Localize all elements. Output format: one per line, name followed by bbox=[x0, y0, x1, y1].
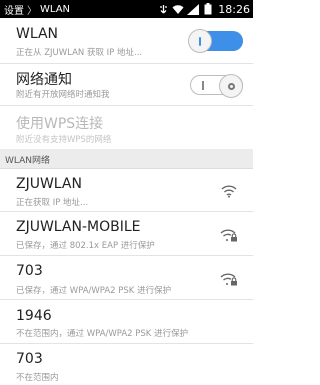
network-ssid: ZJUWLAN bbox=[16, 176, 82, 192]
network-ssid: 703 bbox=[16, 263, 43, 279]
network-ssid: 1946 bbox=[16, 308, 52, 324]
wifi-lock-icon bbox=[220, 227, 238, 242]
network-status: 已保存，通过 802.1x EAP 进行保护 bbox=[16, 241, 155, 251]
network-status: 已保存，通过 WPA/WPA2 PSK 进行保护 bbox=[16, 286, 172, 296]
network-notify-title: 网络通知 bbox=[16, 72, 72, 88]
wlan-setting-row[interactable]: WLAN 正在从 ZJUWLAN 获取 IP 地址... bbox=[0, 18, 253, 64]
wps-subtitle: 附近没有支持WPS的网络 bbox=[16, 135, 112, 145]
status-icons: 18:26 bbox=[157, 3, 253, 16]
network-item[interactable]: 703 已保存，通过 WPA/WPA2 PSK 进行保护 bbox=[0, 256, 253, 300]
battery-icon bbox=[202, 3, 214, 15]
wps-connect-row[interactable]: 使用WPS连接 附近没有支持WPS的网络 bbox=[0, 106, 253, 149]
wlan-toggle[interactable] bbox=[188, 29, 243, 53]
section-header-label: WLAN网络 bbox=[5, 156, 51, 166]
signal-icon bbox=[187, 3, 200, 15]
network-item[interactable]: ZJUWLAN-MOBILE 已保存，通过 802.1x EAP 进行保护 bbox=[0, 212, 253, 256]
breadcrumb[interactable]: 设置 〉 WLAN bbox=[0, 2, 70, 17]
network-item[interactable]: 1946 不在范围内，通过 WPA/WPA2 PSK 进行保护 bbox=[0, 300, 253, 344]
breadcrumb-separator: 〉 bbox=[27, 5, 37, 17]
network-notify-row[interactable]: 网络通知 附近有开放网络时通知我 bbox=[0, 64, 253, 106]
network-item[interactable]: ZJUWLAN 正在获取 IP 地址... bbox=[0, 169, 253, 212]
breadcrumb-current: WLAN bbox=[40, 3, 71, 15]
status-bar: 设置 〉 WLAN 18:26 bbox=[0, 0, 253, 18]
network-status: 不在范围内，通过 WPA/WPA2 PSK 进行保护 bbox=[16, 329, 189, 339]
network-status: 正在获取 IP 地址... bbox=[16, 198, 89, 208]
clock: 18:26 bbox=[218, 2, 250, 16]
wlan-subtitle: 正在从 ZJUWLAN 获取 IP 地址... bbox=[16, 48, 143, 58]
wlan-networks-header: WLAN网络 bbox=[0, 149, 253, 169]
toggle-knob[interactable] bbox=[188, 29, 212, 53]
usb-icon bbox=[157, 3, 169, 15]
network-item[interactable]: 703 不在范围内 bbox=[0, 344, 253, 385]
network-notify-toggle[interactable] bbox=[190, 74, 243, 98]
wifi-open-icon bbox=[220, 183, 238, 198]
wps-title: 使用WPS连接 bbox=[16, 116, 104, 132]
network-ssid: ZJUWLAN-MOBILE bbox=[16, 219, 141, 235]
network-ssid: 703 bbox=[16, 351, 43, 367]
wifi-lock-icon bbox=[220, 271, 238, 286]
breadcrumb-back[interactable]: 设置 bbox=[4, 2, 24, 17]
wlan-title: WLAN bbox=[16, 26, 59, 42]
network-status: 不在范围内 bbox=[16, 373, 59, 383]
wifi-icon bbox=[172, 3, 184, 15]
toggle-knob[interactable] bbox=[219, 74, 243, 98]
network-notify-subtitle: 附近有开放网络时通知我 bbox=[16, 90, 110, 100]
